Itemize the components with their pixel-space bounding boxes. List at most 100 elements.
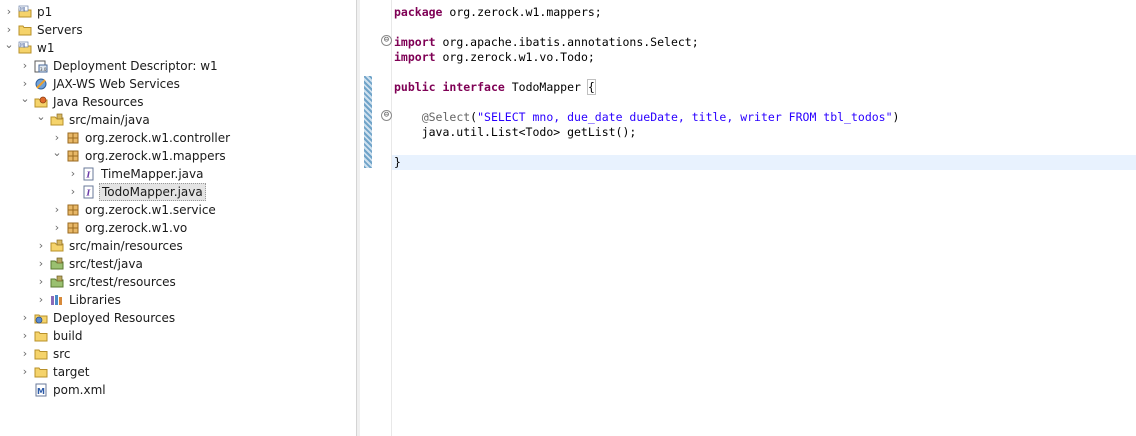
tree-item-src-test-java[interactable]: › src/test/java — [0, 255, 355, 273]
code-line[interactable]: java.util.List<Todo> getList(); — [394, 125, 1136, 140]
expand-chevron-icon[interactable]: › — [4, 3, 14, 21]
expand-chevron-icon[interactable]: › — [20, 363, 30, 381]
expand-chevron-icon[interactable]: › — [20, 57, 30, 75]
tree-item-src-main-resources[interactable]: › src/main/resources — [0, 237, 355, 255]
expand-chevron-icon[interactable]: › — [68, 165, 78, 183]
overview-ruler — [361, 0, 374, 436]
code-token: @Select — [421, 110, 471, 124]
tree-item-pom-xml[interactable]: Mpom.xml — [0, 381, 355, 399]
folder-icon — [34, 347, 48, 361]
tree-item-label: src/main/resources — [69, 239, 183, 253]
code-line[interactable]: public interface TodoMapper { — [394, 79, 1136, 95]
tree-item-todomapper-java[interactable]: › I TodoMapper.java — [0, 183, 355, 201]
source-folder-icon — [50, 113, 64, 127]
code-line[interactable]: @Select("SELECT mno, due_date dueDate, t… — [394, 110, 1136, 125]
tree-item-java-resources[interactable]: ⌄ Java Resources — [0, 90, 355, 111]
code-token: org.apache.ibatis.annotations.Select; — [435, 35, 699, 49]
fold-imports-icon[interactable]: ⊖ — [381, 35, 392, 46]
expand-chevron-icon[interactable]: › — [20, 309, 30, 327]
deployed-resources-icon — [34, 311, 48, 325]
code-token: import — [394, 35, 436, 49]
code-token: org.zerock.w1.mappers; — [442, 5, 602, 19]
expand-chevron-icon[interactable]: › — [68, 183, 78, 201]
tree-item-timemapper-java[interactable]: › I TimeMapper.java — [0, 165, 355, 183]
code-token: package — [394, 5, 443, 19]
tree-item-org-zerock-w1-vo[interactable]: › org.zerock.w1.vo — [0, 219, 355, 237]
java-interface-file-icon: I — [82, 185, 96, 199]
code-token: interface — [442, 80, 505, 94]
expand-chevron-icon[interactable]: › — [20, 345, 30, 363]
tree-item-deployed-resources[interactable]: › Deployed Resources — [0, 309, 355, 327]
expand-chevron-icon[interactable]: › — [36, 237, 46, 255]
tree-item-label: TodoMapper.java — [99, 183, 206, 201]
expand-chevron-icon[interactable]: › — [52, 219, 62, 237]
tree-item-label: Deployed Resources — [53, 311, 176, 325]
tree-item-src-test-resources[interactable]: › src/test/resources — [0, 273, 355, 291]
maven-project-icon: MJ — [18, 5, 32, 19]
java-resources-icon — [34, 95, 48, 109]
package-icon — [66, 149, 80, 163]
folding-gutter: ⊖ ⊖ — [375, 0, 392, 436]
tree-item-jax-ws-web-services[interactable]: › JAX-WS Web Services — [0, 75, 355, 93]
collapse-chevron-icon[interactable]: ⌄ — [36, 108, 46, 126]
tree-item-label: Java Resources — [53, 95, 144, 109]
quick-diff-change-bar — [364, 76, 372, 168]
collapse-chevron-icon[interactable]: ⌄ — [52, 144, 62, 162]
svg-text:I: I — [86, 188, 91, 198]
code-token: import — [394, 50, 436, 64]
tree-item-label: src/main/java — [69, 113, 150, 127]
web-services-icon — [34, 77, 48, 91]
tree-item-label: org.zerock.w1.vo — [85, 221, 188, 235]
tree-item-w1[interactable]: ⌄ MJ w1 — [0, 36, 355, 57]
code-line[interactable]: package org.zerock.w1.mappers; — [394, 5, 1136, 20]
tree-item-org-zerock-w1-service[interactable]: › org.zerock.w1.service — [0, 201, 355, 219]
tree-item-build[interactable]: › build — [0, 327, 355, 345]
code-token: } — [394, 155, 401, 169]
maven-project-icon: MJ — [18, 41, 32, 55]
folder-icon — [34, 365, 48, 379]
tree-item-label: p1 — [37, 5, 53, 19]
code-token: TodoMapper — [504, 80, 588, 94]
collapse-chevron-icon[interactable]: ⌄ — [4, 36, 14, 54]
tree-item-label: Libraries — [69, 293, 121, 307]
libraries-icon — [50, 293, 64, 307]
tree-item-p1[interactable]: › MJ p1 — [0, 3, 355, 21]
code-line[interactable]: import org.apache.ibatis.annotations.Sel… — [394, 35, 1136, 50]
code-token: "SELECT mno, due_date dueDate, title, wr… — [477, 110, 893, 124]
tree-item-label: pom.xml — [53, 383, 106, 397]
code-area[interactable]: package org.zerock.w1.mappers; import org… — [392, 0, 1136, 436]
pane-divider[interactable] — [357, 0, 360, 436]
code-editor[interactable]: ⊖ ⊖ package org.zerock.w1.mappers; import… — [361, 0, 1136, 436]
tree-item-libraries[interactable]: › Libraries — [0, 291, 355, 309]
collapse-chevron-icon[interactable]: ⌄ — [20, 90, 30, 108]
tree-item-label: build — [53, 329, 83, 343]
tree-item-label: src — [53, 347, 71, 361]
tree-item-label: org.zerock.w1.mappers — [85, 149, 226, 163]
expand-chevron-icon[interactable]: › — [36, 255, 46, 273]
expand-chevron-icon[interactable]: › — [36, 291, 46, 309]
expand-chevron-icon[interactable]: › — [52, 201, 62, 219]
expand-chevron-icon[interactable]: › — [20, 327, 30, 345]
tree-item-label: src/test/resources — [69, 275, 176, 289]
code-line[interactable]: import org.zerock.w1.vo.Todo; — [394, 50, 1136, 65]
fold-method-icon[interactable]: ⊖ — [381, 110, 392, 121]
tree-item-org-zerock-w1-mappers[interactable]: ⌄ org.zerock.w1.mappers — [0, 144, 355, 165]
tree-item-label: Servers — [37, 23, 83, 37]
package-icon — [66, 203, 80, 217]
svg-text:I: I — [86, 170, 91, 180]
tree-item-src[interactable]: › src — [0, 345, 355, 363]
svg-text:3.0: 3.0 — [40, 67, 47, 72]
tree-item-deployment-descriptor-w1[interactable]: › 3.0 Deployment Descriptor: w1 — [0, 57, 355, 75]
svg-text:MJ: MJ — [20, 6, 25, 12]
tree-item-label: JAX-WS Web Services — [53, 77, 180, 91]
tree-item-label: Deployment Descriptor: w1 — [53, 59, 218, 73]
tree-item-label: org.zerock.w1.controller — [85, 131, 231, 145]
expand-chevron-icon[interactable]: › — [36, 273, 46, 291]
code-token: java.util.List<Todo> getList(); — [394, 125, 637, 139]
code-line-current[interactable]: } — [392, 155, 1136, 170]
tree-item-src-main-java[interactable]: ⌄ src/main/java — [0, 108, 355, 129]
tree-item-target[interactable]: › target — [0, 363, 355, 381]
tree-item-label: target — [53, 365, 90, 379]
tree-item-servers[interactable]: › Servers — [0, 21, 355, 39]
